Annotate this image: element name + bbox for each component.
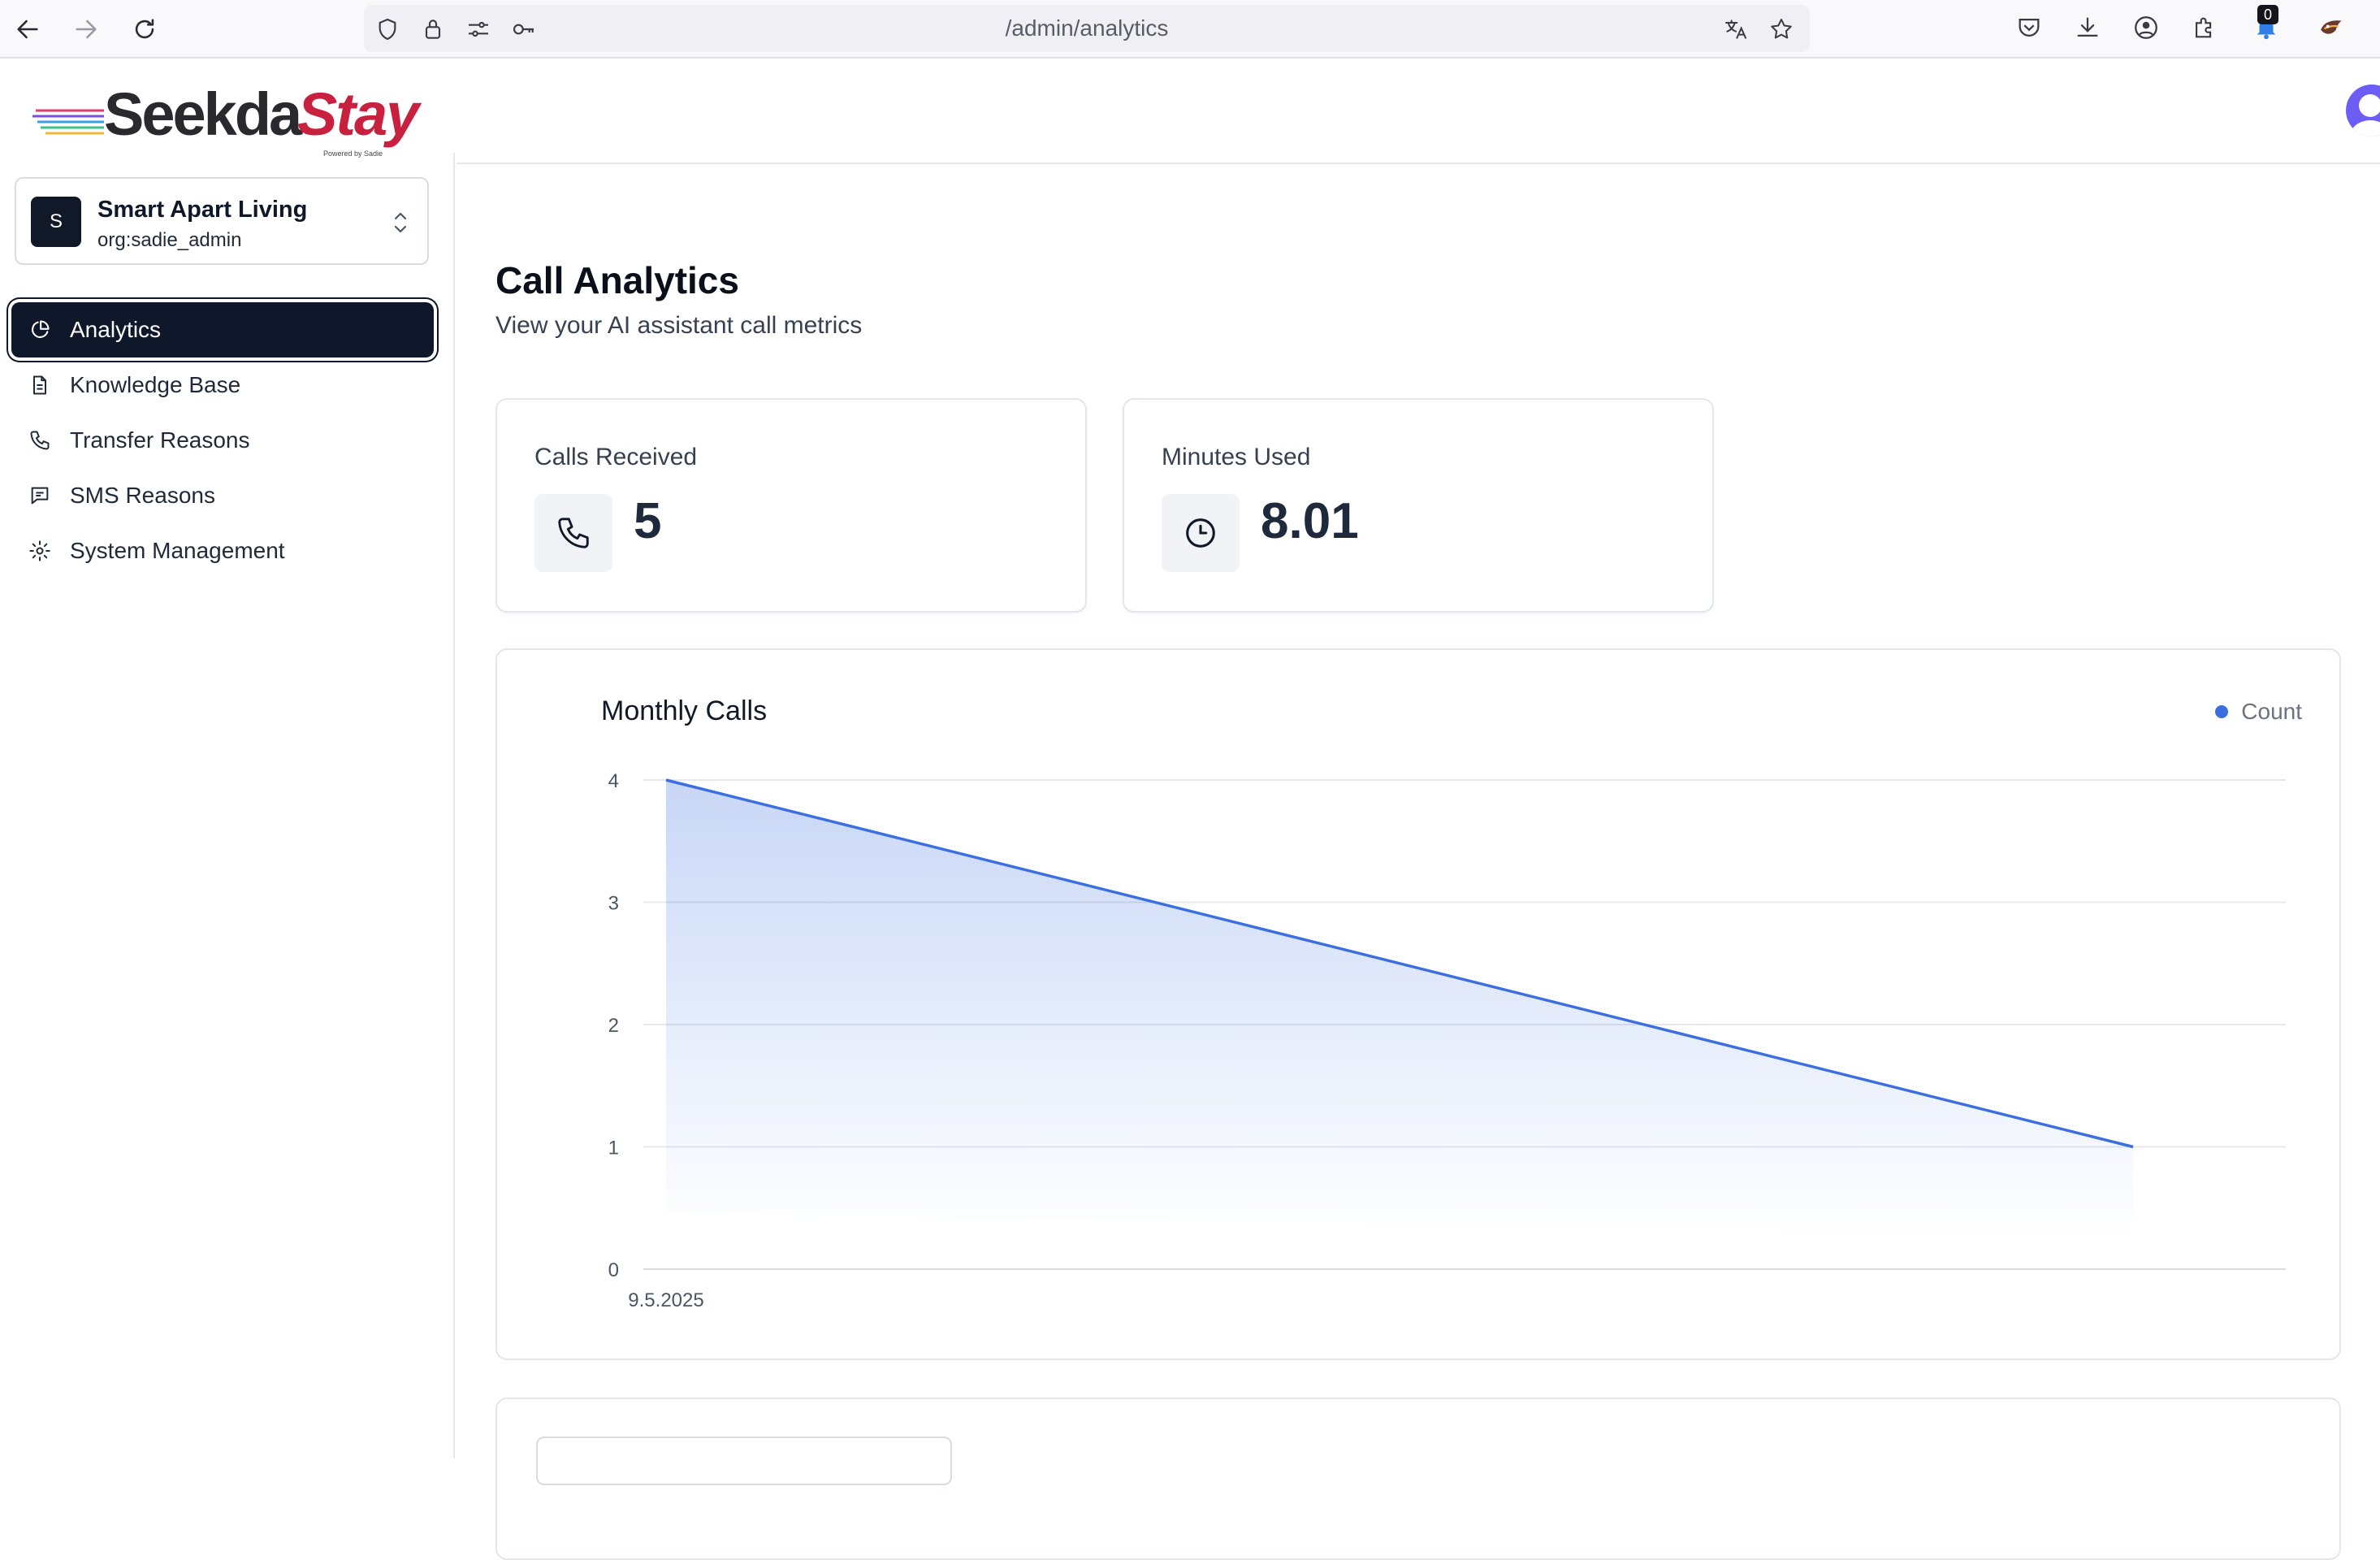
back-button[interactable] xyxy=(10,11,45,47)
stat-card-minutes-used: Minutes Used 8.01 xyxy=(1123,398,1714,613)
lower-card xyxy=(495,1398,2341,1560)
monthly-calls-chart: Monthly Calls Count 0 1 2 3 4 9.5.2025 xyxy=(495,648,2341,1360)
org-name: Smart Apart Living xyxy=(97,197,308,223)
extensions-icon[interactable] xyxy=(2188,11,2221,44)
y-tick-label: 4 xyxy=(608,770,619,792)
pie-chart-icon xyxy=(28,318,52,342)
phone-icon xyxy=(28,428,52,453)
sidebar-item-transfer-reasons[interactable]: Transfer Reasons xyxy=(11,413,434,468)
browser-toolbar: /admin/analytics 0 xyxy=(0,0,2380,58)
sidebar-item-analytics[interactable]: Analytics xyxy=(11,302,434,358)
clock-icon xyxy=(1162,494,1240,572)
pocket-icon[interactable] xyxy=(2013,11,2045,44)
main-content: Call Analytics View your AI assistant ca… xyxy=(457,162,2380,1560)
bookmark-star-icon[interactable] xyxy=(1768,15,1795,43)
reload-button[interactable] xyxy=(127,11,162,47)
x-tick-label: 9.5.2025 xyxy=(628,1289,703,1311)
sidebar-item-label: Analytics xyxy=(70,317,162,342)
phone-icon xyxy=(534,494,612,572)
sidebar: S Smart Apart Living org:sadie_admin Ana… xyxy=(0,153,455,1458)
gear-icon xyxy=(28,539,52,563)
brand-logo[interactable]: Seekda Stay Powered by Sadie xyxy=(32,80,431,158)
stat-value: 5 xyxy=(634,493,662,549)
stat-label: Minutes Used xyxy=(1162,444,1311,470)
stat-card-calls-received: Calls Received 5 xyxy=(495,398,1087,613)
page-subtitle: View your AI assistant call metrics xyxy=(495,312,863,339)
logo-stripes-icon xyxy=(32,109,104,135)
chevron-up-down-icon xyxy=(394,212,407,233)
sidebar-nav: Analytics Knowledge Base Transfer Reason… xyxy=(11,302,434,578)
y-tick-label: 0 xyxy=(608,1259,619,1281)
stat-value: 8.01 xyxy=(1261,493,1359,549)
url-text[interactable]: /admin/analytics xyxy=(364,5,1810,52)
brand-name-seekda: Seekda xyxy=(104,80,302,148)
page-title: Call Analytics xyxy=(495,259,739,301)
y-tick-label: 2 xyxy=(608,1015,619,1037)
y-tick-label: 1 xyxy=(608,1138,619,1159)
arrow-left-icon xyxy=(17,20,38,39)
user-avatar[interactable] xyxy=(2346,84,2380,136)
y-tick-label: 3 xyxy=(608,893,619,915)
sidebar-item-sms-reasons[interactable]: SMS Reasons xyxy=(11,468,434,523)
account-icon[interactable] xyxy=(2130,11,2162,44)
sidebar-item-knowledge-base[interactable]: Knowledge Base xyxy=(11,358,434,413)
reload-icon xyxy=(135,19,154,39)
profile-extension-icon[interactable] xyxy=(2315,11,2348,44)
notification-badge: 0 xyxy=(2257,5,2278,24)
sidebar-item-label: Knowledge Base xyxy=(70,372,241,397)
document-icon xyxy=(28,373,52,397)
downloads-icon[interactable] xyxy=(2071,11,2104,44)
forward-button[interactable] xyxy=(68,11,104,47)
address-bar[interactable]: /admin/analytics xyxy=(364,5,1810,52)
sidebar-item-label: Transfer Reasons xyxy=(70,427,250,453)
area-fill-count xyxy=(666,780,2133,1237)
sidebar-item-system-management[interactable]: System Management xyxy=(11,523,434,578)
message-icon xyxy=(28,483,52,508)
sidebar-item-label: System Management xyxy=(70,538,285,563)
organization-switcher[interactable]: S Smart Apart Living org:sadie_admin xyxy=(15,177,429,265)
filter-input[interactable] xyxy=(536,1436,952,1485)
translate-icon[interactable] xyxy=(1722,15,1750,43)
chart-plot-area: 0 1 2 3 4 9.5.2025 xyxy=(608,770,2286,1311)
app-header: Seekda Stay Powered by Sadie xyxy=(0,60,2380,162)
stat-label: Calls Received xyxy=(534,444,698,470)
brand-name-stay: Stay xyxy=(297,80,419,148)
arrow-right-icon xyxy=(76,20,97,39)
sidebar-item-label: SMS Reasons xyxy=(70,483,215,508)
org-role: org:sadie_admin xyxy=(97,229,242,251)
org-avatar: S xyxy=(31,197,81,247)
